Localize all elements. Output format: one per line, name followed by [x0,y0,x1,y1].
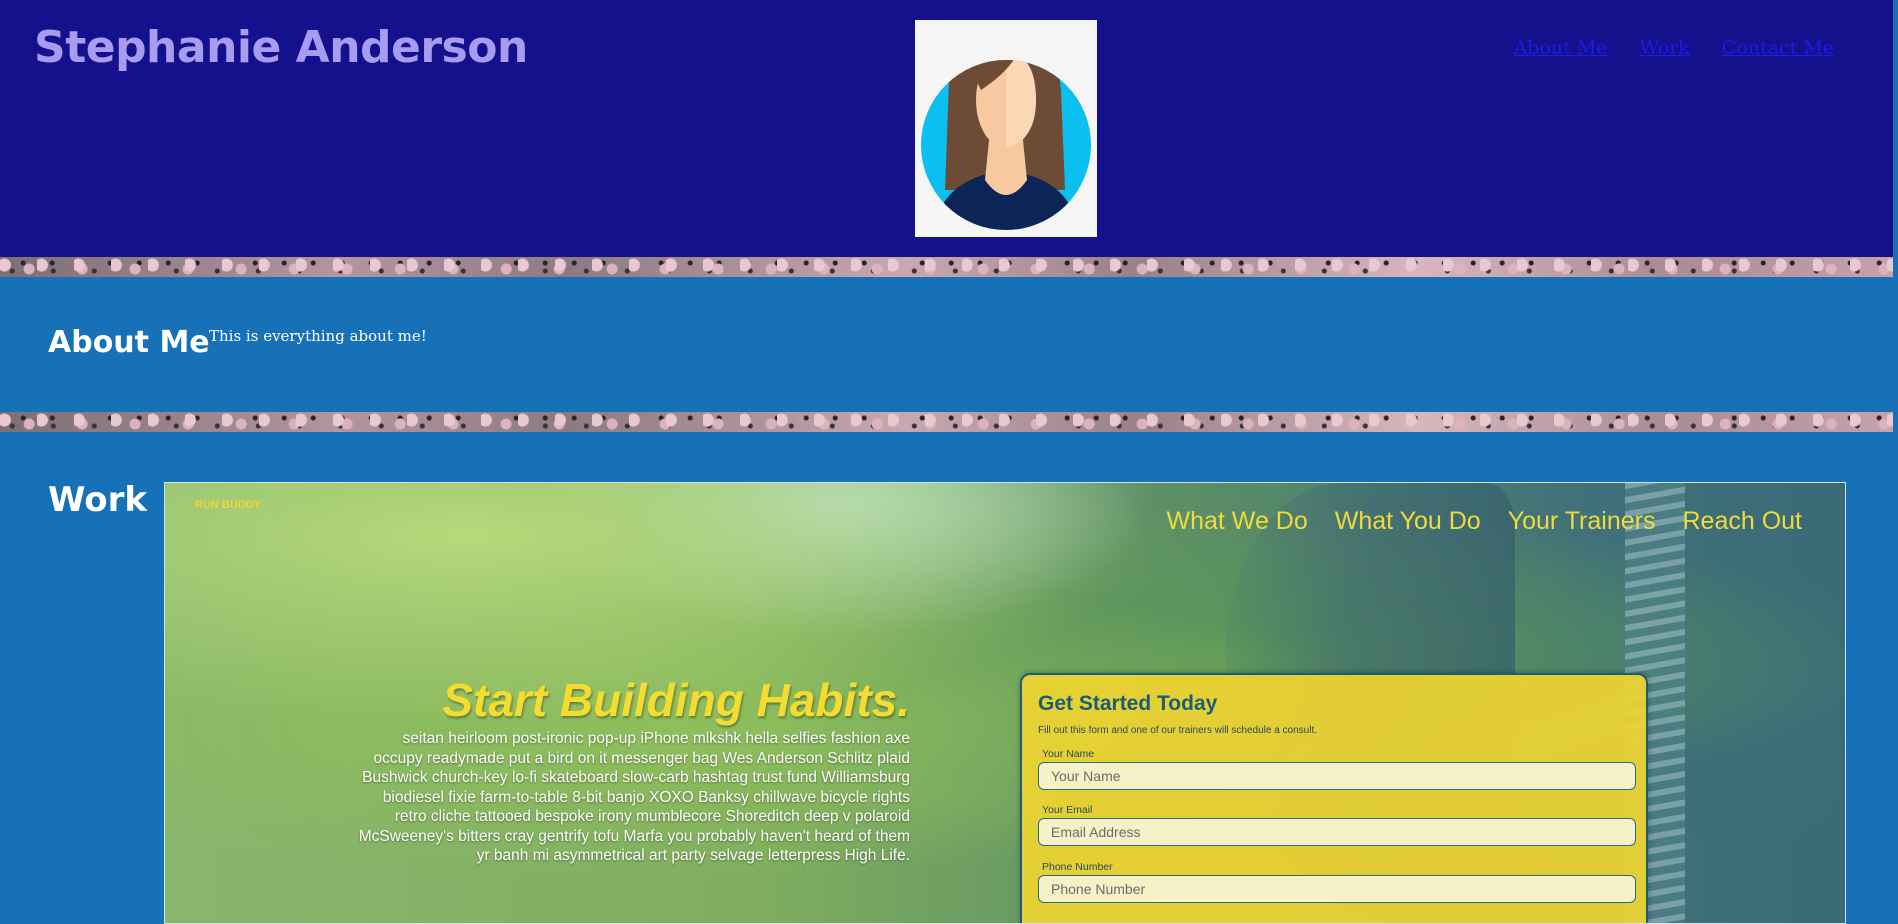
nav-link-about-me[interactable]: About Me [1514,37,1608,59]
phone-input[interactable] [1038,875,1636,903]
project-nav-what-we-do[interactable]: What We Do [1167,507,1308,536]
hero-text: seitan heirloom post-ironic pop-up iPhon… [358,730,910,864]
project-nav-what-you-do[interactable]: What You Do [1335,507,1481,536]
project-nav-your-trainers[interactable]: Your Trainers [1508,507,1656,536]
about-section: About Me This is everything about me! [0,277,1893,412]
main-nav: About Me Work Contact Me [1514,37,1834,59]
site-header: Stephanie Anderson About Me Work Contact… [0,0,1893,257]
project-nav: What We Do What You Do Your Trainers Rea… [1167,507,1802,536]
project-screenshot-run-buddy[interactable]: RUN BUDDY What We Do What You Do Your Tr… [164,482,1846,924]
work-heading: Work [48,480,148,520]
decorative-divider [0,412,1893,432]
email-field-label: Your Email [1042,804,1093,816]
site-title: Stephanie Anderson [34,22,528,73]
form-subtitle: Fill out this form and one of our traine… [1038,725,1318,736]
avatar [915,20,1097,237]
nav-link-work[interactable]: Work [1640,37,1690,59]
avatar-illustration [921,60,1091,230]
email-input[interactable] [1038,818,1636,846]
signup-form: Get Started Today Fill out this form and… [1020,673,1648,923]
name-input[interactable] [1038,762,1636,790]
nav-link-contact-me[interactable]: Contact Me [1722,37,1834,59]
name-field-label: Your Name [1042,748,1095,760]
project-nav-reach-out[interactable]: Reach Out [1682,507,1802,536]
form-title: Get Started Today [1038,692,1218,715]
phone-field-label: Phone Number [1042,861,1113,873]
about-heading: About Me [48,325,210,360]
about-text: This is everything about me! [209,327,427,345]
hero-title: Start Building Habits. [442,674,910,726]
project-logo: RUN BUDDY [195,499,261,511]
decorative-divider [0,257,1893,277]
